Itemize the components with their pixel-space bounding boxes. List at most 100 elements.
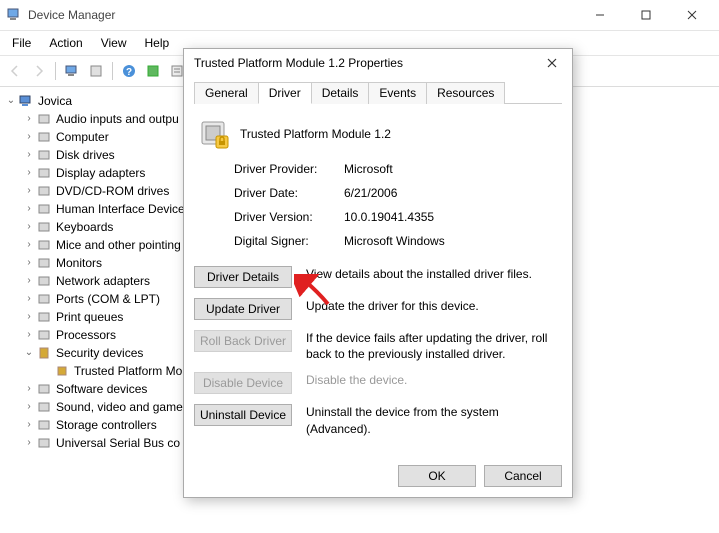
version-value: 10.0.19041.4355 — [344, 210, 562, 224]
update-driver-button[interactable]: Update Driver — [194, 298, 292, 320]
expand-icon[interactable]: › — [22, 110, 36, 128]
driver-details-desc: View details about the installed driver … — [306, 266, 562, 282]
tree-item-label: Software devices — [56, 380, 147, 398]
signer-label: Digital Signer: — [234, 234, 344, 248]
category-icon — [36, 129, 52, 145]
menu-action[interactable]: Action — [41, 34, 90, 52]
help-icon[interactable]: ? — [118, 60, 140, 82]
svg-text:?: ? — [126, 67, 132, 78]
refresh-icon[interactable] — [142, 60, 164, 82]
collapse-icon[interactable]: ⌄ — [4, 92, 18, 110]
computer-icon[interactable] — [61, 60, 83, 82]
tree-item-label: Print queues — [56, 308, 123, 326]
category-icon — [36, 237, 52, 253]
toolbar-separator — [112, 62, 113, 80]
rollback-driver-desc: If the device fails after updating the d… — [306, 330, 562, 362]
expand-icon[interactable]: › — [22, 434, 36, 452]
tab-details[interactable]: Details — [311, 82, 370, 104]
window-title: Device Manager — [28, 8, 577, 22]
category-icon — [36, 399, 52, 415]
security-icon — [36, 345, 52, 361]
device-icon[interactable] — [85, 60, 107, 82]
expand-icon[interactable]: › — [22, 416, 36, 434]
expand-icon[interactable]: › — [22, 272, 36, 290]
minimize-button[interactable] — [577, 0, 623, 30]
expand-icon[interactable]: › — [22, 254, 36, 272]
expand-icon[interactable]: › — [22, 164, 36, 182]
uninstall-device-desc: Uninstall the device from the system (Ad… — [306, 404, 562, 436]
category-icon — [36, 201, 52, 217]
expand-icon[interactable]: › — [22, 236, 36, 254]
tree-item-label: Ports (COM & LPT) — [56, 290, 160, 308]
date-label: Driver Date: — [234, 186, 344, 200]
chip-icon — [54, 363, 70, 379]
date-value: 6/21/2006 — [344, 186, 562, 200]
ok-button[interactable]: OK — [398, 465, 476, 487]
tree-item-label: Disk drives — [56, 146, 115, 164]
tab-resources[interactable]: Resources — [426, 82, 505, 104]
category-icon — [36, 219, 52, 235]
expand-icon[interactable]: › — [22, 128, 36, 146]
expand-icon[interactable]: › — [22, 200, 36, 218]
uninstall-device-button[interactable]: Uninstall Device — [194, 404, 292, 426]
tree-item-label: Mice and other pointing — [56, 236, 181, 254]
category-icon — [36, 291, 52, 307]
toolbar-separator — [55, 62, 56, 80]
tree-item-label: Audio inputs and outpu — [56, 110, 179, 128]
expand-icon[interactable]: › — [22, 308, 36, 326]
cancel-button[interactable]: Cancel — [484, 465, 562, 487]
disable-device-button: Disable Device — [194, 372, 292, 394]
expand-icon[interactable]: › — [22, 326, 36, 344]
category-icon — [36, 183, 52, 199]
expand-icon[interactable]: › — [22, 380, 36, 398]
category-icon — [36, 273, 52, 289]
provider-value: Microsoft — [344, 162, 562, 176]
device-icon — [198, 118, 230, 150]
driver-details-button[interactable]: Driver Details — [194, 266, 292, 288]
tree-item-label: DVD/CD-ROM drives — [56, 182, 169, 200]
menu-file[interactable]: File — [4, 34, 39, 52]
app-icon — [6, 7, 22, 23]
tree-item-label: Keyboards — [56, 218, 113, 236]
tab-events[interactable]: Events — [368, 82, 427, 104]
collapse-icon[interactable]: ⌄ — [22, 344, 36, 362]
tree-root-label: Jovica — [38, 92, 72, 110]
category-icon — [36, 255, 52, 271]
signer-value: Microsoft Windows — [344, 234, 562, 248]
tab-general[interactable]: General — [194, 82, 259, 104]
category-icon — [36, 417, 52, 433]
expand-icon[interactable]: › — [22, 398, 36, 416]
tree-item-label: Security devices — [56, 344, 143, 362]
dialog-title: Trusted Platform Module 1.2 Properties — [194, 56, 538, 70]
tree-item-label: Computer — [56, 128, 109, 146]
properties-dialog: Trusted Platform Module 1.2 Properties G… — [183, 48, 573, 498]
back-icon — [4, 60, 26, 82]
tree-item-label: Network adapters — [56, 272, 150, 290]
maximize-button[interactable] — [623, 0, 669, 30]
category-icon — [36, 111, 52, 127]
disable-device-desc: Disable the device. — [306, 372, 562, 388]
expand-icon[interactable]: › — [22, 182, 36, 200]
category-icon — [36, 147, 52, 163]
tree-item-label: Storage controllers — [56, 416, 157, 434]
menu-view[interactable]: View — [93, 34, 135, 52]
expand-icon[interactable]: › — [22, 218, 36, 236]
category-icon — [36, 327, 52, 343]
tree-item-label: Trusted Platform Mo — [74, 362, 182, 380]
tab-driver[interactable]: Driver — [258, 82, 312, 104]
menu-help[interactable]: Help — [137, 34, 178, 52]
rollback-driver-button: Roll Back Driver — [194, 330, 292, 352]
dialog-close-button[interactable] — [538, 52, 566, 74]
expand-icon[interactable]: › — [22, 146, 36, 164]
category-icon — [36, 309, 52, 325]
forward-icon — [28, 60, 50, 82]
tree-item-label: Sound, video and game — [56, 398, 183, 416]
tree-item-label: Human Interface Device — [56, 200, 185, 218]
tree-item-label: Monitors — [56, 254, 102, 272]
version-label: Driver Version: — [234, 210, 344, 224]
expand-icon[interactable]: › — [22, 290, 36, 308]
close-button[interactable] — [669, 0, 715, 30]
update-driver-desc: Update the driver for this device. — [306, 298, 562, 314]
category-icon — [36, 435, 52, 451]
category-icon — [36, 381, 52, 397]
